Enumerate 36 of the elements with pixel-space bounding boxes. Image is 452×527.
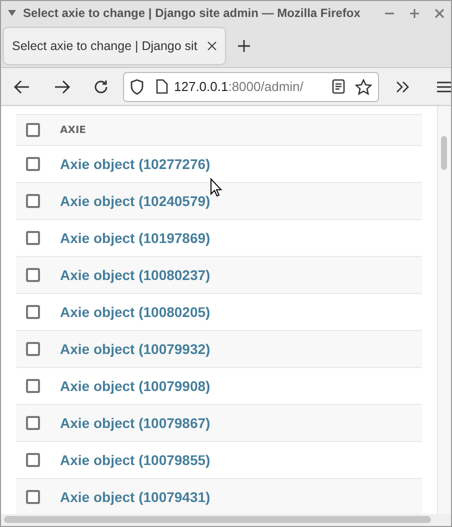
page-icon [156,79,168,94]
checkbox[interactable] [26,123,40,137]
browser-tab[interactable]: Select axie to change | Django sit [4,28,225,64]
new-tab-icon[interactable] [237,39,251,53]
checkbox[interactable] [26,231,40,245]
reload-icon[interactable] [93,78,109,94]
object-link[interactable]: Axie object (10197869) [60,228,210,248]
chevrons-icon[interactable] [395,80,411,94]
checkbox[interactable] [26,342,40,356]
checkbox[interactable] [26,453,40,467]
object-link[interactable]: Axie object (10080205) [60,302,210,322]
maximize-icon[interactable] [409,8,420,18]
checkbox[interactable] [26,268,40,282]
checkbox[interactable] [26,157,40,171]
window-menu-icon[interactable] [7,10,17,16]
forward-icon[interactable] [53,78,71,94]
url-text: 127.0.0.1:8000/admin/ [174,78,304,96]
address-bar[interactable]: 127.0.0.1:8000/admin/ [123,72,379,102]
window-title: Select axie to change | Django site admin — Mozilla Firefox [23,5,362,22]
back-icon[interactable] [13,78,31,94]
checkbox[interactable] [26,490,40,504]
checkbox[interactable] [26,379,40,393]
checkbox[interactable] [26,194,40,208]
scrollbar-thumb[interactable] [4,516,431,523]
shield-icon[interactable] [130,78,144,94]
object-link[interactable]: Axie object (10079908) [60,376,210,396]
object-link[interactable]: Axie object (10277276) [60,154,210,174]
checkbox[interactable] [26,416,40,430]
close-icon[interactable] [207,41,217,51]
checkbox[interactable] [26,305,40,319]
column-header: AXIE [60,124,86,138]
star-icon[interactable] [355,78,372,94]
object-link[interactable]: Axie object (10079855) [60,450,210,470]
menu-icon[interactable] [437,80,451,92]
reader-view-icon[interactable] [332,79,345,94]
scrollbar-thumb[interactable] [441,136,447,170]
